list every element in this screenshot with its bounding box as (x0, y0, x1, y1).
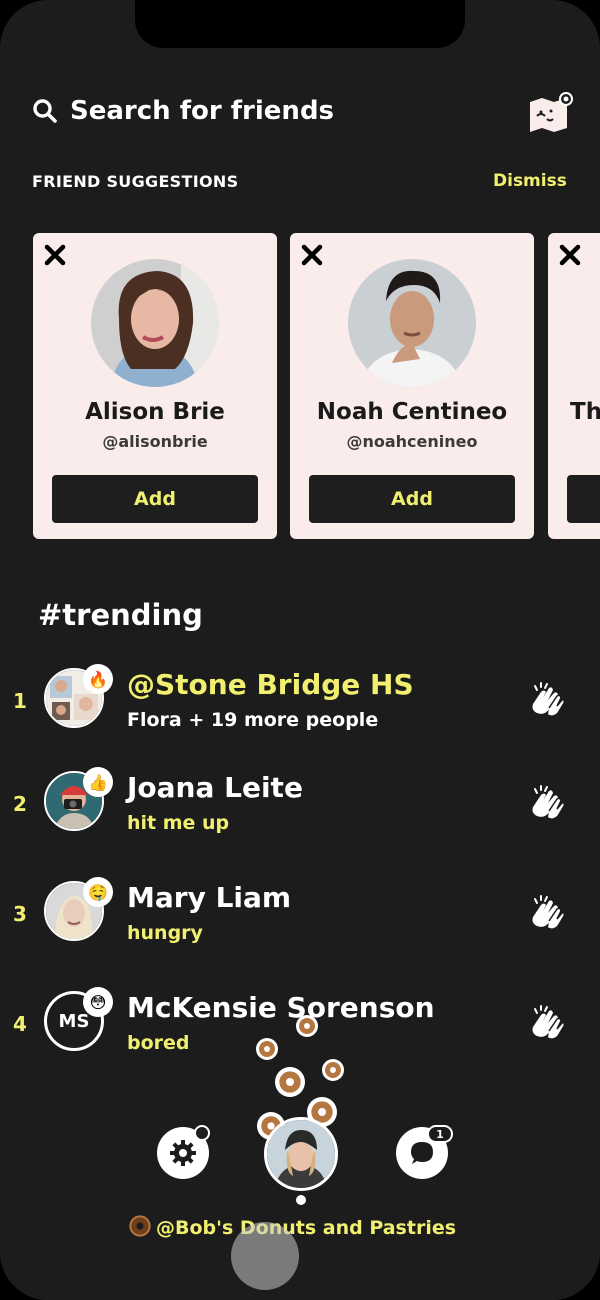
chat-bubble-icon (411, 1142, 433, 1164)
donut-icon (129, 1215, 151, 1237)
trending-subtitle: hit me up (127, 812, 230, 834)
drooling-face-emoji-badge: 🤤 (83, 877, 113, 907)
trending-subtitle: bored (127, 1032, 190, 1054)
trending-rank: 1 (13, 689, 27, 713)
gear-icon (170, 1140, 196, 1166)
search-bar[interactable]: Search for friends (32, 96, 334, 126)
trending-rank: 4 (13, 1012, 27, 1036)
donut-icon (296, 1015, 318, 1037)
map-button[interactable] (527, 92, 573, 134)
profile-photo (91, 259, 219, 387)
trending-rank: 2 (13, 792, 27, 816)
location-label: @Bob's Donuts and Pastries (156, 1217, 457, 1239)
suggestion-card: Noah Centineo @noahcenineo Add (290, 233, 534, 539)
flushed-face-emoji-badge: 😳 (83, 987, 113, 1017)
suggestion-card: Th (548, 233, 600, 539)
fire-emoji-badge: 🔥 (83, 664, 113, 694)
suggestion-card: Alison Brie @alisonbrie Add (33, 233, 277, 539)
suggestion-name: Alison Brie (85, 399, 225, 425)
suggestion-handle: @alisonbrie (102, 432, 208, 451)
trending-rank: 3 (13, 902, 27, 926)
donut-icon (256, 1038, 278, 1060)
trending-title: #trending (38, 598, 203, 632)
thumbs-up-emoji-badge: 👍 (83, 767, 113, 797)
friend-suggestions-title: FRIEND SUGGESTIONS (32, 172, 239, 191)
profile-photo (348, 259, 476, 387)
trending-name: Joana Leite (127, 771, 303, 804)
search-placeholder: Search for friends (70, 96, 335, 126)
clap-icon[interactable] (527, 783, 567, 823)
suggestion-handle: @noahcenineo (346, 432, 478, 451)
chat-unread-badge: 1 (427, 1125, 453, 1143)
donut-icon (275, 1067, 305, 1097)
trending-row[interactable]: 1 🔥 @Stone Bridge HS Flora + 19 more peo… (0, 664, 600, 764)
avatar-initials: MS (58, 1010, 90, 1032)
trending-name: @Stone Bridge HS (127, 668, 414, 701)
map-icon (530, 92, 573, 132)
add-friend-button[interactable]: Add (52, 475, 258, 523)
close-icon[interactable] (300, 243, 324, 267)
donut-icon (322, 1059, 344, 1081)
clap-icon[interactable] (527, 680, 567, 720)
home-button[interactable] (231, 1222, 299, 1290)
suggestion-name: Th (570, 399, 600, 425)
trending-name: Mary Liam (127, 881, 292, 914)
close-icon[interactable] (43, 243, 67, 267)
settings-dot-badge (194, 1125, 210, 1141)
clap-icon[interactable] (527, 1003, 567, 1043)
close-icon[interactable] (558, 243, 582, 267)
add-friend-button[interactable]: Add (309, 475, 515, 523)
search-icon (33, 99, 57, 123)
trending-name: McKensie Sorenson (127, 991, 435, 1024)
device-notch (135, 0, 465, 48)
trending-subtitle: hungry (127, 922, 203, 944)
trending-row[interactable]: 3 🤤 Mary Liam hungry (0, 877, 600, 977)
clap-icon[interactable] (527, 893, 567, 933)
trending-subtitle: Flora + 19 more people (127, 709, 379, 731)
my-avatar[interactable] (264, 1117, 338, 1191)
trending-row[interactable]: 2 👍 Joana Leite hit me up (0, 767, 600, 867)
suggestion-name: Noah Centineo (316, 399, 508, 425)
app-screen: Search for friends FRIEND SUGGESTIONS Di… (0, 0, 600, 1300)
add-friend-button[interactable] (567, 475, 600, 523)
dismiss-button[interactable]: Dismiss (493, 171, 567, 191)
avatar-indicator-dot (296, 1195, 306, 1205)
